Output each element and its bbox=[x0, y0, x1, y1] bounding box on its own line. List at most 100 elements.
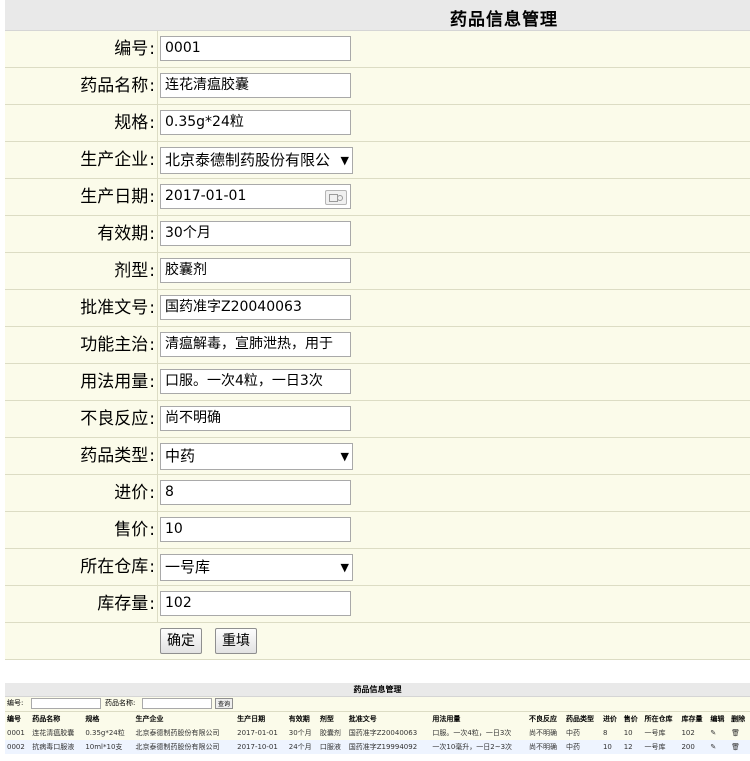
field-value: 清瘟解毒，宣肺泄热，用于 bbox=[165, 336, 333, 352]
field-label-text: 生产日期 bbox=[80, 187, 149, 207]
cell-divider bbox=[157, 31, 158, 67]
form-row: 售价: 10 bbox=[5, 512, 750, 549]
column-header: 编辑 bbox=[708, 712, 730, 726]
text-field[interactable]: 口服。一次4粒，一日3次 bbox=[160, 369, 351, 394]
field-label-colon: : bbox=[149, 187, 155, 207]
form-row: 用法用量: 口服。一次4粒，一日3次 bbox=[5, 364, 750, 401]
form-row: 药品名称: 连花清瘟胶囊 bbox=[5, 68, 750, 105]
cell-divider bbox=[157, 512, 158, 548]
edit-icon[interactable]: ✎ bbox=[708, 726, 730, 740]
table-cell: 抗病毒口服液 bbox=[30, 740, 84, 754]
search-name-input[interactable] bbox=[142, 698, 212, 709]
field-label-colon: : bbox=[149, 483, 155, 503]
field-label: 批准文号: bbox=[5, 290, 155, 326]
field-label-text: 药品名称 bbox=[80, 76, 149, 96]
table-cell: 10 bbox=[621, 726, 643, 740]
field-value: 口服。一次4粒，一日3次 bbox=[165, 373, 323, 389]
field-select[interactable]: 中药 ▼ bbox=[160, 443, 353, 470]
column-header: 有效期 bbox=[286, 712, 318, 726]
text-field[interactable]: 102 bbox=[160, 591, 351, 616]
field-label-text: 药品类型 bbox=[80, 446, 149, 466]
table-cell: 200 bbox=[679, 740, 709, 754]
field-label-colon: : bbox=[149, 224, 155, 244]
table-cell: 一号库 bbox=[642, 726, 680, 740]
table-body: 0001 连花清瘟胶囊 0.35g*24粒 北京泰德制药股份有限公司 2017-01-0… bbox=[5, 726, 750, 754]
table-cell: 8 bbox=[600, 726, 622, 740]
field-label: 用法用量: bbox=[5, 364, 155, 400]
text-field[interactable]: 30个月 bbox=[160, 221, 351, 246]
field-label: 有效期: bbox=[5, 216, 155, 252]
text-field[interactable]: 国药准字Z20040063 bbox=[160, 295, 351, 320]
form-row: 有效期: 30个月 bbox=[5, 216, 750, 253]
table-cell: 0001 bbox=[5, 726, 31, 740]
table-cell: 北京泰德制药股份有限公司 bbox=[133, 740, 236, 754]
text-field[interactable]: 尚不明确 bbox=[160, 406, 351, 431]
select-value: 一号库 bbox=[165, 558, 211, 576]
field-select[interactable]: 北京泰德制药股份有限公 ▼ bbox=[160, 147, 353, 174]
table-cell: 10 bbox=[600, 740, 622, 754]
search-name-label: 药品名称: bbox=[105, 699, 136, 707]
cell-divider bbox=[157, 179, 158, 215]
text-field[interactable]: 0.35g*24粒 bbox=[160, 110, 351, 135]
form-row: 药品类型: 中药 ▼ bbox=[5, 438, 750, 475]
select-value: 北京泰德制药股份有限公 bbox=[165, 151, 330, 169]
column-header: 生产企业 bbox=[133, 712, 236, 726]
search-id-input[interactable] bbox=[31, 698, 101, 709]
field-select[interactable]: 一号库 ▼ bbox=[160, 554, 353, 581]
table-row: 0002 抗病毒口服液 10ml*10支 北京泰德制药股份有限公司 2017-10-01… bbox=[5, 740, 750, 754]
field-label-colon: : bbox=[149, 446, 155, 466]
field-label-colon: : bbox=[149, 39, 155, 59]
field-label-text: 所在仓库 bbox=[80, 557, 149, 577]
text-field[interactable]: 连花清瘟胶囊 bbox=[160, 73, 351, 98]
field-label: 生产日期: bbox=[5, 179, 155, 215]
edit-icon[interactable]: ✎ bbox=[708, 740, 730, 754]
column-header: 剂型 bbox=[317, 712, 347, 726]
confirm-button[interactable]: 确定 bbox=[160, 628, 202, 654]
column-header: 删除 bbox=[729, 712, 750, 726]
form-row: 编号: 0001 bbox=[5, 31, 750, 68]
drug-table: 编号 药品名称 规格 生产企业 生产日期 有效期 剂型 批准文号 用法用量 不良反应 药品类型 进价售… bbox=[5, 712, 750, 754]
calendar-icon[interactable] bbox=[325, 190, 347, 205]
table-header: 编号 药品名称 规格 生产企业 生产日期 有效期 剂型 批准文号 用法用量 不良反应 药品类型 进价售… bbox=[5, 712, 750, 726]
reset-button[interactable]: 重填 bbox=[215, 628, 257, 654]
cell-divider bbox=[157, 290, 158, 326]
column-header: 生产日期 bbox=[235, 712, 287, 726]
field-label: 生产企业: bbox=[5, 142, 155, 178]
delete-icon[interactable]: 🗑 bbox=[729, 740, 750, 754]
text-field[interactable]: 10 bbox=[160, 517, 351, 542]
column-header: 用法用量 bbox=[430, 712, 528, 726]
field-label-colon: : bbox=[149, 372, 155, 392]
delete-icon[interactable]: 🗑 bbox=[729, 726, 750, 740]
text-field[interactable]: 0001 bbox=[160, 36, 351, 61]
field-value: 102 bbox=[165, 595, 192, 611]
table-cell: 连花清瘟胶囊 bbox=[30, 726, 84, 740]
column-header: 库存量 bbox=[679, 712, 709, 726]
field-label: 编号: bbox=[5, 31, 155, 67]
field-label-text: 编号 bbox=[114, 39, 149, 59]
field-label: 不良反应: bbox=[5, 401, 155, 437]
field-label-text: 进价 bbox=[114, 483, 149, 503]
select-value: 中药 bbox=[165, 447, 196, 465]
text-field[interactable]: 胶囊剂 bbox=[160, 258, 351, 283]
field-value: 30个月 bbox=[165, 225, 211, 241]
field-label: 售价: bbox=[5, 512, 155, 548]
table-cell: 10ml*10支 bbox=[83, 740, 134, 754]
form-row: 库存量: 102 bbox=[5, 586, 750, 623]
search-button[interactable]: 查询 bbox=[215, 698, 234, 709]
field-label-text: 不良反应 bbox=[80, 409, 149, 429]
field-value: 8 bbox=[165, 484, 174, 500]
cell-divider bbox=[157, 438, 158, 474]
drug-form: 药品信息管理 编号: 0001 药品名称: 连花清瘟胶囊 规格: 0.35g*24粒 生产企… bbox=[5, 0, 750, 660]
field-value: 尚不明确 bbox=[165, 410, 221, 426]
form-title-bar: 药品信息管理 bbox=[5, 0, 750, 31]
field-label-colon: : bbox=[149, 261, 155, 281]
table-row: 0001 连花清瘟胶囊 0.35g*24粒 北京泰德制药股份有限公司 2017-01-0… bbox=[5, 726, 750, 740]
chevron-down-icon: ▼ bbox=[340, 561, 349, 574]
search-id-label: 编号: bbox=[7, 699, 24, 707]
text-field[interactable]: 8 bbox=[160, 480, 351, 505]
table-cell: 一次10毫升，一日2~3次 bbox=[430, 740, 528, 754]
text-field[interactable]: 清瘟解毒，宣肺泄热，用于 bbox=[160, 332, 351, 357]
date-field[interactable]: 2017-01-01 bbox=[160, 184, 351, 209]
field-label-text: 用法用量 bbox=[80, 372, 149, 392]
form-row: 生产日期: 2017-01-01 bbox=[5, 179, 750, 216]
